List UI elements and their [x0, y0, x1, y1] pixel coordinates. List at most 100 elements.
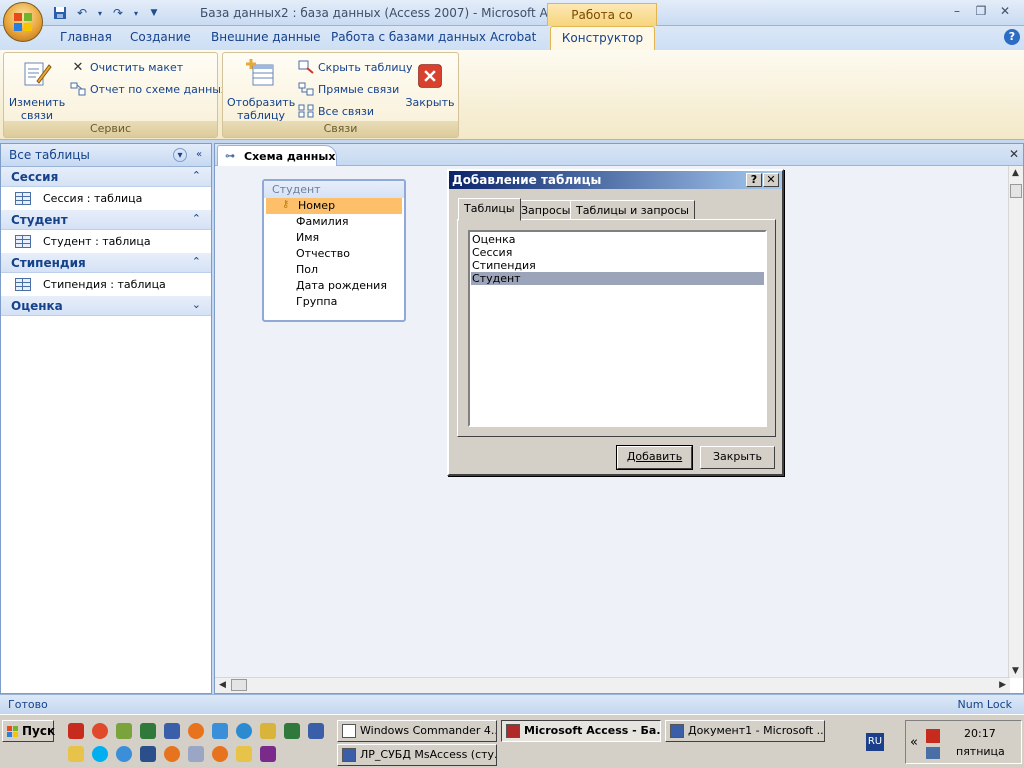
close-document-icon[interactable]: ✕	[1009, 147, 1019, 161]
network-icon[interactable]	[926, 747, 940, 759]
edit-relations-button[interactable]: Изменить связи	[8, 57, 66, 122]
app-icon[interactable]	[188, 746, 204, 762]
all-relations-button[interactable]: Все связи	[298, 103, 374, 119]
scroll-right-icon[interactable]: ▶	[999, 680, 1006, 690]
collapse-chevron-icon: ⌃	[191, 255, 201, 268]
tab-create[interactable]: Создание	[130, 30, 191, 44]
word-icon	[342, 748, 356, 762]
taskbar-button-lr-subd[interactable]: ЛР_СУБД MsAccess (сту...	[337, 744, 497, 766]
show-table-button[interactable]: Отобразить таблицу	[227, 57, 295, 122]
add-button[interactable]: Добавить	[616, 445, 693, 470]
app-icon[interactable]	[260, 723, 276, 739]
nav-collapse-icon[interactable]: «	[192, 148, 206, 162]
taskbar-button-windows-commander[interactable]: Windows Commander 4....	[337, 720, 497, 742]
minimize-icon[interactable]: –	[946, 2, 968, 20]
taskbar-button-access[interactable]: Microsoft Access - Ба...	[501, 720, 661, 742]
direct-relations-button[interactable]: Прямые связи	[298, 81, 399, 97]
close-icon[interactable]: ✕	[994, 2, 1016, 20]
redo-dropdown-icon[interactable]: ▾	[132, 5, 140, 21]
nav-group-student[interactable]: Студент ⌃	[1, 210, 211, 230]
table-box-student[interactable]: Студент ⚷ Номер Фамилия Имя Отчество Пол…	[262, 179, 406, 322]
app-icon[interactable]	[212, 723, 228, 739]
nav-group-grade[interactable]: Оценка ⌄	[1, 296, 211, 316]
app-icon[interactable]	[236, 723, 252, 739]
report-icon	[70, 81, 86, 97]
language-indicator[interactable]: RU	[866, 733, 884, 751]
antivirus-icon[interactable]	[926, 729, 940, 743]
start-button[interactable]: Пуск	[2, 720, 55, 742]
nav-group-stipend[interactable]: Стипендия ⌃	[1, 253, 211, 273]
word-icon[interactable]	[164, 723, 180, 739]
folder-icon[interactable]	[236, 746, 252, 762]
nav-item-student-table[interactable]: Студент : таблица	[1, 230, 211, 253]
field-row[interactable]: Отчество	[264, 246, 404, 262]
field-row[interactable]: Фамилия	[264, 214, 404, 230]
list-item[interactable]: Стипендия	[471, 259, 764, 272]
scroll-up-icon[interactable]: ▲	[1012, 168, 1019, 178]
dialog-close-button[interactable]: ✕	[763, 173, 779, 187]
restore-icon[interactable]: ❐	[970, 2, 992, 20]
tab-relationships[interactable]: ⊶ Схема данных	[217, 145, 337, 166]
excel-icon[interactable]	[284, 723, 300, 739]
clock-time[interactable]: 20:17	[964, 727, 996, 740]
chrome-icon[interactable]	[92, 723, 108, 739]
nav-item-session-table[interactable]: Сессия : таблица	[1, 187, 211, 210]
undo-icon[interactable]: ↶	[74, 5, 90, 21]
tab-constructor[interactable]: Конструктор	[550, 26, 655, 51]
app-icon[interactable]	[164, 746, 180, 762]
taskbar-button-word-doc[interactable]: Документ1 - Microsoft ...	[665, 720, 825, 742]
app-icon[interactable]	[116, 723, 132, 739]
relationship-report-button[interactable]: Отчет по схеме данных	[70, 81, 227, 97]
office-button[interactable]	[3, 2, 43, 42]
app-icon[interactable]	[260, 746, 276, 762]
nav-menu-icon[interactable]: ▾	[173, 148, 187, 162]
dialog-help-button[interactable]: ?	[746, 173, 762, 187]
nav-item-stipend-table[interactable]: Стипендия : таблица	[1, 273, 211, 296]
redo-icon[interactable]: ↷	[110, 5, 126, 21]
close-button[interactable]: Закрыть	[700, 446, 775, 469]
horizontal-scrollbar[interactable]: ◀ ▶	[215, 677, 1010, 693]
acrobat-icon[interactable]	[68, 723, 84, 739]
scroll-left-icon[interactable]: ◀	[219, 680, 226, 690]
save-icon[interactable]	[52, 5, 68, 21]
tab-tables[interactable]: Таблицы	[458, 198, 521, 221]
field-row[interactable]: Дата рождения	[264, 278, 404, 294]
customize-qat-icon[interactable]: ▼	[146, 5, 162, 21]
close-relations-button[interactable]: Закрыть	[405, 57, 455, 109]
help-icon[interactable]: ?	[1004, 29, 1020, 45]
excel-icon[interactable]	[140, 723, 156, 739]
collapse-chevron-icon: ⌃	[191, 212, 201, 225]
field-row[interactable]: Группа	[264, 294, 404, 310]
nav-header[interactable]: Все таблицы ▾ «	[1, 144, 211, 167]
scroll-down-icon[interactable]: ▼	[1012, 666, 1019, 676]
vertical-scrollbar[interactable]: ▲ ▼	[1008, 166, 1023, 678]
tab-external-data[interactable]: Внешние данные	[211, 30, 320, 44]
app-icon[interactable]	[212, 746, 228, 762]
skype-icon[interactable]	[92, 746, 108, 762]
list-item[interactable]: Оценка	[471, 233, 764, 246]
list-item-selected[interactable]: Студент	[471, 272, 764, 285]
nav-group-session[interactable]: Сессия ⌃	[1, 167, 211, 187]
table-list[interactable]: Оценка Сессия Стипендия Студент	[468, 230, 767, 427]
tab-home[interactable]: Главная	[60, 30, 112, 44]
ie-icon[interactable]	[116, 746, 132, 762]
field-row[interactable]: ⚷ Номер	[266, 198, 402, 214]
tab-tables-and-queries[interactable]: Таблицы и запросы	[570, 200, 695, 220]
group-label-service: Сервис	[4, 121, 217, 137]
tray-expand-icon[interactable]: «	[910, 735, 918, 750]
app-icon[interactable]	[140, 746, 156, 762]
tab-acrobat[interactable]: Acrobat	[490, 30, 536, 44]
field-row[interactable]: Имя	[264, 230, 404, 246]
folder-icon[interactable]	[68, 746, 84, 762]
scroll-thumb[interactable]	[1010, 184, 1022, 198]
tab-database-tools[interactable]: Работа с базами данных	[331, 30, 486, 44]
scroll-thumb[interactable]	[231, 679, 247, 691]
firefox-icon[interactable]	[188, 723, 204, 739]
list-item[interactable]: Сессия	[471, 246, 764, 259]
tab-queries[interactable]: Запросы	[515, 200, 577, 220]
word-icon[interactable]	[308, 723, 324, 739]
hide-table-button[interactable]: Скрыть таблицу	[298, 59, 413, 75]
field-row[interactable]: Пол	[264, 262, 404, 278]
undo-dropdown-icon[interactable]: ▾	[96, 5, 104, 21]
clear-layout-button[interactable]: ✕ Очистить макет	[70, 59, 184, 75]
